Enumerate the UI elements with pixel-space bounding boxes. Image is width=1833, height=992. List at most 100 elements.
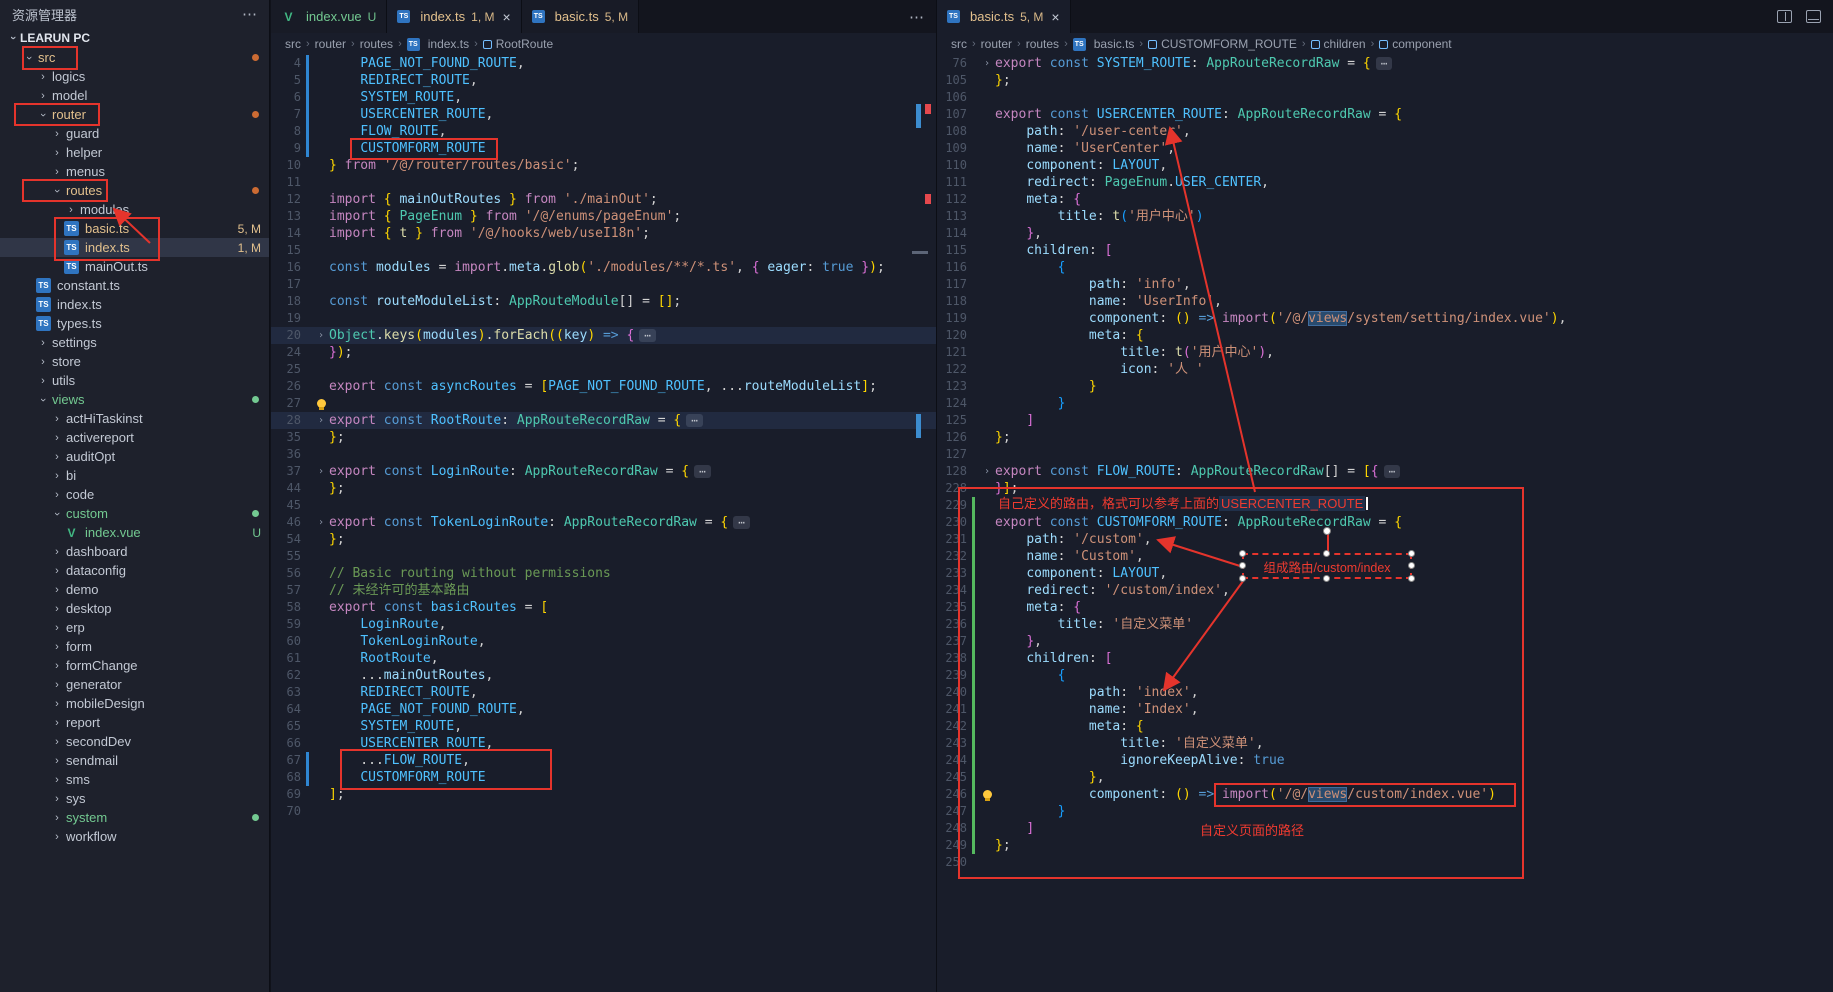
code-line[interactable]: 119 component: () => import('/@/views/sy… <box>937 310 1833 327</box>
tree-item-mainOut.ts[interactable]: TSmainOut.ts <box>0 257 269 276</box>
code-line[interactable]: 231 path: '/custom', <box>937 531 1833 548</box>
code-line[interactable]: 59 LoginRoute, <box>271 616 936 633</box>
code-line[interactable]: 108 path: '/user-center', <box>937 123 1833 140</box>
tree-item-dataconfig[interactable]: ›dataconfig <box>0 561 269 580</box>
breadcrumb-item-router[interactable]: router <box>981 37 1012 51</box>
tree-item-bi[interactable]: ›bi <box>0 466 269 485</box>
tree-item-auditOpt[interactable]: ›auditOpt <box>0 447 269 466</box>
code-line[interactable]: 126}; <box>937 429 1833 446</box>
chevron-right-icon[interactable]: › <box>50 128 64 140</box>
code-line[interactable]: 244 ignoreKeepAlive: true <box>937 752 1833 769</box>
code-line[interactable]: 9 CUSTOMFORM_ROUTE <box>271 140 936 157</box>
tree-item-erp[interactable]: ›erp <box>0 618 269 637</box>
chevron-down-icon[interactable]: › <box>23 51 35 65</box>
code-line[interactable]: 20›Object.keys(modules).forEach((key) =>… <box>271 327 936 344</box>
code-line[interactable]: 109 name: 'UserCenter', <box>937 140 1833 157</box>
tree-item-index.ts[interactable]: TSindex.ts <box>0 295 269 314</box>
code-line[interactable]: 36 <box>271 446 936 463</box>
breadcrumb-item-component[interactable]: component <box>1379 37 1451 51</box>
code-line[interactable]: 127 <box>937 446 1833 463</box>
code-line[interactable]: 246 component: () => import('/@/views/cu… <box>937 786 1833 803</box>
code-line[interactable]: 66 USERCENTER_ROUTE, <box>271 735 936 752</box>
tree-item-sms[interactable]: ›sms <box>0 770 269 789</box>
code-line[interactable]: 113 title: t('用户中心') <box>937 208 1833 225</box>
tree-item-actHiTaskinst[interactable]: ›actHiTaskinst <box>0 409 269 428</box>
code-line[interactable]: 238 children: [ <box>937 650 1833 667</box>
workspace-root[interactable]: › LEARUN PC <box>0 28 269 48</box>
tab-index.vue[interactable]: Vindex.vueU <box>271 0 387 33</box>
code-line[interactable]: 232 name: 'Custom', <box>937 548 1833 565</box>
code-line[interactable]: 125 ] <box>937 412 1833 429</box>
tab-index.ts[interactable]: TSindex.ts1, M× <box>387 0 521 33</box>
tree-item-secondDev[interactable]: ›secondDev <box>0 732 269 751</box>
breadcrumb-item-CUSTOMFORM_ROUTE[interactable]: CUSTOMFORM_ROUTE <box>1148 37 1297 51</box>
code-line[interactable]: 247 } <box>937 803 1833 820</box>
code-line[interactable]: 16const modules = import.meta.glob('./mo… <box>271 259 936 276</box>
tree-item-modules[interactable]: ›modules <box>0 200 269 219</box>
code-line[interactable]: 4 PAGE_NOT_FOUND_ROUTE, <box>271 55 936 72</box>
code-line[interactable]: 237 }, <box>937 633 1833 650</box>
code-line[interactable]: 243 title: '自定义菜单', <box>937 735 1833 752</box>
code-line[interactable]: 55 <box>271 548 936 565</box>
code-line[interactable]: 70 <box>271 803 936 820</box>
fold-chevron-icon[interactable]: › <box>979 463 995 480</box>
code-line[interactable]: 14import { t } from '/@/hooks/web/useI18… <box>271 225 936 242</box>
code-line[interactable]: 26export const asyncRoutes = [PAGE_NOT_F… <box>271 378 936 395</box>
code-line[interactable]: 105}; <box>937 72 1833 89</box>
code-line[interactable]: 5 REDIRECT_ROUTE, <box>271 72 936 89</box>
chevron-right-icon[interactable]: › <box>50 451 64 463</box>
tree-item-basic.ts[interactable]: TSbasic.ts5, M <box>0 219 269 238</box>
code-line[interactable]: 116 { <box>937 259 1833 276</box>
code-line[interactable]: 121 title: t('用户中心'), <box>937 344 1833 361</box>
fold-chevron-icon[interactable]: › <box>313 463 329 480</box>
code-line[interactable]: 242 meta: { <box>937 718 1833 735</box>
chevron-right-icon[interactable]: › <box>50 565 64 577</box>
tree-item-index.ts[interactable]: TSindex.ts1, M <box>0 238 269 257</box>
chevron-down-icon[interactable]: › <box>37 393 49 407</box>
tree-item-helper[interactable]: ›helper <box>0 143 269 162</box>
chevron-right-icon[interactable]: › <box>50 166 64 178</box>
chevron-right-icon[interactable]: › <box>50 413 64 425</box>
chevron-right-icon[interactable]: › <box>36 337 50 349</box>
tree-item-logics[interactable]: ›logics <box>0 67 269 86</box>
code-line[interactable]: 115 children: [ <box>937 242 1833 259</box>
code-line[interactable]: 44}; <box>271 480 936 497</box>
code-line[interactable]: 61 RootRoute, <box>271 650 936 667</box>
code-line[interactable]: 107export const USERCENTER_ROUTE: AppRou… <box>937 106 1833 123</box>
more-actions-icon[interactable]: ⋯ <box>909 8 924 26</box>
code-line[interactable]: 6 SYSTEM_ROUTE, <box>271 89 936 106</box>
lightbulb-icon[interactable] <box>317 399 326 408</box>
code-line[interactable]: 236 title: '自定义菜单' <box>937 616 1833 633</box>
code-line[interactable]: 65 SYSTEM_ROUTE, <box>271 718 936 735</box>
tree-item-report[interactable]: ›report <box>0 713 269 732</box>
code-line[interactable]: 122 icon: '人 ' <box>937 361 1833 378</box>
breadcrumb-item-basic.ts[interactable]: TSbasic.ts <box>1073 37 1135 51</box>
code-line[interactable]: 67 ...FLOW_ROUTE, <box>271 752 936 769</box>
code-line[interactable]: 60 TokenLoginRoute, <box>271 633 936 650</box>
chevron-down-icon[interactable]: › <box>51 507 63 521</box>
code-line[interactable]: 17 <box>271 276 936 293</box>
code-line[interactable]: 13import { PageEnum } from '/@/enums/pag… <box>271 208 936 225</box>
breadcrumb-item-src[interactable]: src <box>951 37 967 51</box>
code-line[interactable]: 117 path: 'info', <box>937 276 1833 293</box>
fold-chevron-icon[interactable]: › <box>979 55 995 72</box>
tree-item-activereport[interactable]: ›activereport <box>0 428 269 447</box>
code-line[interactable]: 45 <box>271 497 936 514</box>
code-line[interactable]: 10} from '/@/router/routes/basic'; <box>271 157 936 174</box>
chevron-right-icon[interactable]: › <box>50 584 64 596</box>
tree-item-form[interactable]: ›form <box>0 637 269 656</box>
breadcrumb-item-routes[interactable]: routes <box>1026 37 1059 51</box>
tree-item-formChange[interactable]: ›formChange <box>0 656 269 675</box>
tree-item-constant.ts[interactable]: TSconstant.ts <box>0 276 269 295</box>
code-line[interactable]: 8 FLOW_ROUTE, <box>271 123 936 140</box>
chevron-right-icon[interactable]: › <box>36 375 50 387</box>
code-line[interactable]: 68 CUSTOMFORM_ROUTE <box>271 769 936 786</box>
code-line[interactable]: 249}; <box>937 837 1833 854</box>
code-line[interactable]: 248 ] <box>937 820 1833 837</box>
code-line[interactable]: 24}); <box>271 344 936 361</box>
tree-item-router[interactable]: ›router <box>0 105 269 124</box>
code-line[interactable]: 63 REDIRECT_ROUTE, <box>271 684 936 701</box>
code-line[interactable]: 27 <box>271 395 936 412</box>
tree-item-custom[interactable]: ›custom <box>0 504 269 523</box>
code-line[interactable]: 56// Basic routing without permissions <box>271 565 936 582</box>
